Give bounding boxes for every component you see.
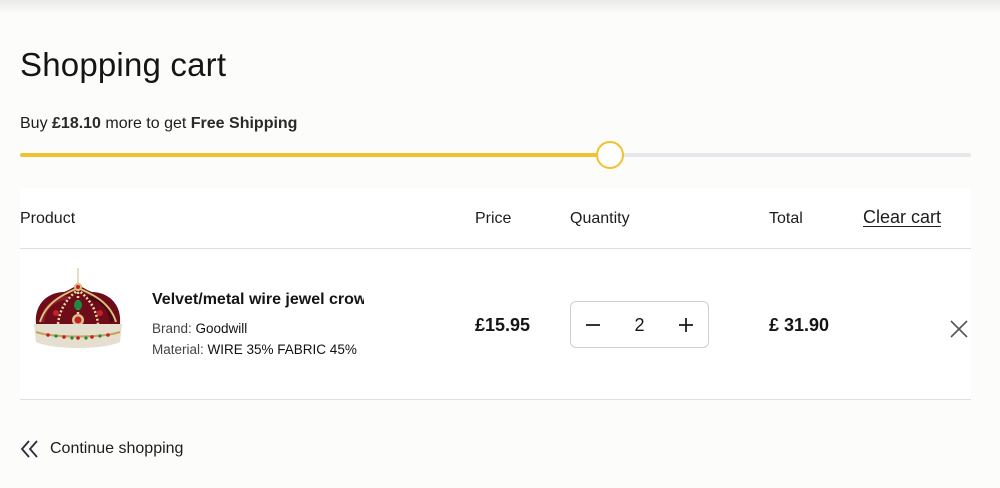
- quantity-input[interactable]: [617, 315, 662, 336]
- header-product: Product: [20, 210, 76, 227]
- cart-table-header: Product Price Quantity Total Clear cart: [20, 188, 971, 249]
- header-price: Price: [475, 210, 512, 227]
- quantity-stepper: [570, 301, 709, 348]
- continue-shopping-link[interactable]: Continue shopping: [20, 439, 183, 459]
- plus-icon: [679, 317, 693, 332]
- header-quantity: Quantity: [570, 210, 630, 227]
- progress-fill: [20, 153, 610, 157]
- product-name[interactable]: Velvet/metal wire jewel crown: [152, 291, 364, 309]
- item-total: £ 31.90: [769, 315, 830, 335]
- product-brand: Brand: Goodwill: [152, 321, 364, 336]
- cart-item-row: Velvet/metal wire jewel crown Brand: Goo…: [20, 250, 971, 400]
- material-label: Material:: [152, 342, 208, 357]
- double-chevron-left-icon: [20, 440, 38, 458]
- increase-quantity-button[interactable]: [664, 302, 708, 347]
- remove-item-button[interactable]: [948, 318, 970, 340]
- decrease-quantity-button[interactable]: [571, 302, 615, 347]
- brand-label: Brand:: [152, 321, 196, 336]
- header-total: Total: [769, 210, 803, 227]
- shipping-goal: Free Shipping: [190, 115, 298, 132]
- product-material: Material: WIRE 35% FABRIC 45%: [152, 342, 364, 357]
- continue-shopping-label: Continue shopping: [50, 440, 184, 457]
- shipping-prefix: Buy: [20, 115, 53, 132]
- free-shipping-message: Buy £18.10 more to get Free Shipping: [20, 115, 297, 133]
- clear-cart-link[interactable]: Clear cart: [863, 207, 941, 228]
- shipping-middle: more to get: [100, 115, 191, 132]
- close-icon: [950, 320, 968, 338]
- page-title: Shopping cart: [20, 46, 227, 83]
- minus-icon: [586, 323, 600, 326]
- material-value: WIRE 35% FABRIC 45%: [207, 342, 357, 357]
- crown-product-image[interactable]: [24, 266, 128, 370]
- progress-indicator: [595, 141, 624, 169]
- free-shipping-progress-bar: [20, 141, 971, 169]
- header-shadow: [0, 0, 1000, 14]
- shipping-amount: £18.10: [52, 115, 101, 132]
- item-price: £15.95: [475, 315, 531, 335]
- brand-value: Goodwill: [195, 321, 248, 336]
